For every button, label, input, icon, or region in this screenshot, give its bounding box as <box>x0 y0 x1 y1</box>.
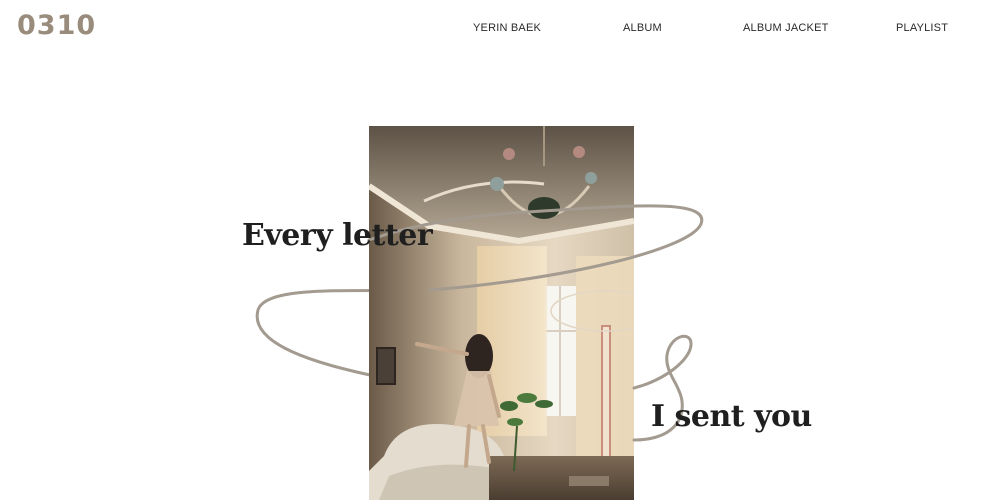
album-photo <box>369 126 634 500</box>
hero-section: Every letter I sent you <box>0 0 1000 500</box>
headline-line-1: Every letter <box>242 218 433 253</box>
headline-line-2: I sent you <box>651 399 812 434</box>
